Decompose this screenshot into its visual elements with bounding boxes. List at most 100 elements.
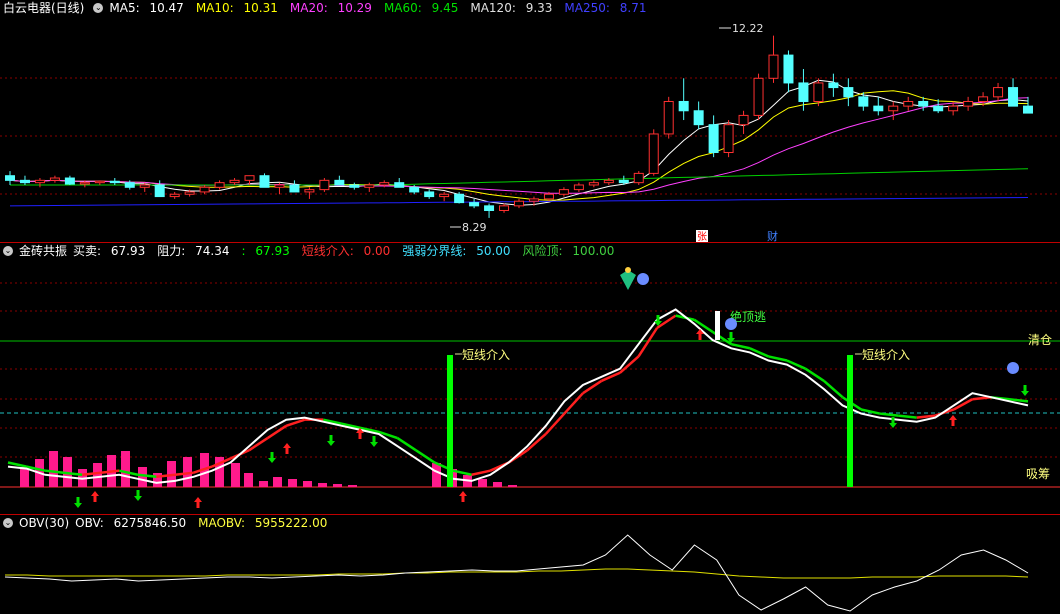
resistance-segment bbox=[563, 392, 584, 415]
entry-label-2: 短线介入 bbox=[862, 348, 910, 362]
candle-body bbox=[663, 100, 674, 135]
price-chart[interactable]: 12.22 8.29 张 财 bbox=[0, 0, 1060, 243]
sell-arrow-icon bbox=[74, 497, 82, 508]
resistance-segment bbox=[879, 412, 899, 417]
price-pane[interactable]: 白云电器(日线) ⌄ MA5: 10.47 MA10: 10.31 MA20: … bbox=[0, 0, 1060, 243]
candle-body bbox=[978, 96, 989, 102]
high-price-label: 12.22 bbox=[732, 22, 764, 35]
accumulation-bar bbox=[288, 479, 297, 487]
candle-body bbox=[154, 184, 165, 198]
buy-arrow-icon bbox=[459, 491, 467, 502]
accumulation-bar bbox=[348, 485, 357, 487]
entry-label-1: 短线介入 bbox=[462, 348, 510, 362]
accumulation-bar bbox=[138, 467, 147, 487]
candle-body bbox=[64, 177, 75, 185]
candle-body bbox=[558, 189, 569, 195]
candle-body bbox=[484, 205, 495, 211]
accumulation-bar bbox=[259, 481, 268, 487]
accumulation-bar bbox=[231, 463, 240, 487]
obv-pane[interactable]: ⌄ OBV(30) OBV: 6275846.50 MAOBV: 5955222… bbox=[0, 515, 1060, 614]
candle-body bbox=[424, 191, 435, 198]
accumulation-bar bbox=[244, 473, 253, 487]
candle-body bbox=[648, 133, 659, 174]
signal-chart[interactable]: 短线介入 短线介入 绝顶逃 清仓 吸筹 bbox=[0, 243, 1060, 515]
accumulation-bar bbox=[508, 485, 517, 487]
candle-body bbox=[364, 184, 375, 188]
candle-body bbox=[738, 114, 749, 126]
resistance-segment bbox=[768, 355, 788, 362]
candle-body bbox=[139, 184, 150, 188]
candle-body bbox=[79, 182, 90, 185]
candle-body bbox=[124, 182, 135, 188]
candle-body bbox=[768, 54, 779, 79]
candle-body bbox=[678, 100, 689, 112]
candle-body bbox=[693, 110, 704, 126]
candle-body bbox=[528, 198, 539, 202]
candle-body bbox=[633, 172, 644, 184]
candle-body bbox=[753, 77, 764, 116]
sell-arrow-icon bbox=[370, 436, 378, 447]
accumulation-bar bbox=[432, 463, 441, 487]
obv-line bbox=[4, 534, 1029, 612]
accumulate-label: 吸筹 bbox=[1026, 467, 1050, 481]
candle-body bbox=[618, 179, 629, 184]
candle-body bbox=[109, 180, 120, 184]
resistance-segment bbox=[786, 359, 806, 370]
resistance-segment bbox=[823, 379, 844, 399]
candle-body bbox=[993, 87, 1004, 98]
candle-body bbox=[409, 186, 420, 193]
candle-body bbox=[783, 54, 794, 84]
candle-body bbox=[798, 82, 809, 102]
candle-body bbox=[588, 182, 599, 186]
candle-body bbox=[888, 105, 899, 112]
candle-body bbox=[843, 87, 854, 98]
candle-body bbox=[214, 182, 225, 188]
candle-body bbox=[319, 179, 330, 191]
candle-body bbox=[903, 100, 914, 107]
low-price-label: 8.29 bbox=[462, 221, 487, 234]
candle-body bbox=[708, 124, 719, 154]
signal-pane[interactable]: ⌄ 金砖共振 买卖: 67.93 阻力: 74.34 : 67.93 短线介入:… bbox=[0, 243, 1060, 515]
clear-label: 清仓 bbox=[1028, 333, 1052, 347]
sell-arrow-icon bbox=[1021, 385, 1029, 396]
candle-body bbox=[603, 179, 614, 184]
top-gold-icon bbox=[620, 267, 636, 290]
resistance-segment bbox=[44, 469, 64, 474]
sell-arrow-icon bbox=[134, 490, 142, 501]
resistance-segment bbox=[898, 414, 917, 419]
candle-body bbox=[304, 189, 315, 193]
candle-body bbox=[454, 193, 465, 204]
candle-body bbox=[1008, 87, 1019, 107]
candle-body bbox=[828, 82, 839, 89]
candle-body bbox=[514, 200, 524, 207]
candle-body bbox=[259, 175, 270, 188]
buy-arrow-icon bbox=[949, 415, 957, 426]
accumulation-bar bbox=[493, 482, 502, 487]
sell-arrow-icon bbox=[327, 435, 335, 446]
candle-body bbox=[948, 105, 959, 112]
candle-body bbox=[1023, 105, 1033, 114]
candle-body bbox=[918, 100, 929, 107]
accumulation-bar bbox=[303, 481, 312, 487]
resistance-segment bbox=[731, 342, 751, 350]
candle-body bbox=[543, 193, 554, 200]
accumulation-bar bbox=[318, 483, 327, 487]
candle-body bbox=[573, 184, 584, 191]
resistance-segment bbox=[285, 418, 306, 427]
sell-arrow-icon bbox=[268, 452, 276, 463]
candle-body bbox=[813, 82, 824, 102]
candle-body bbox=[19, 179, 30, 184]
obv-chart[interactable] bbox=[0, 515, 1060, 614]
ma20-line bbox=[9, 97, 1029, 194]
candle-body bbox=[289, 184, 300, 193]
event-marker-cai: 财 bbox=[767, 229, 778, 243]
escape-top-bar bbox=[715, 311, 720, 340]
candle-body bbox=[34, 179, 45, 184]
ma60-line bbox=[10, 168, 1029, 186]
buy-arrow-icon bbox=[194, 497, 202, 508]
candle-body bbox=[274, 184, 285, 188]
maobv-line bbox=[5, 568, 1029, 579]
candle-body bbox=[199, 186, 210, 193]
candle-body bbox=[169, 193, 180, 198]
candle-body bbox=[244, 175, 255, 181]
